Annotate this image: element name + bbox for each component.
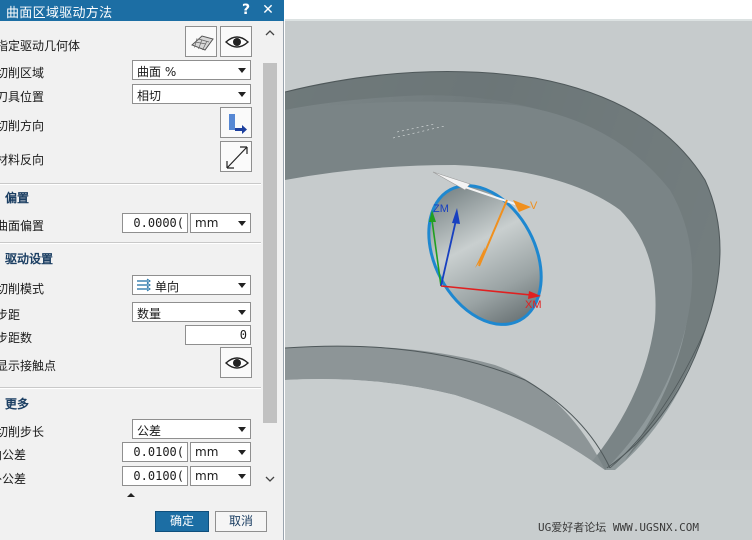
cancel-button[interactable]: 取消	[215, 511, 267, 532]
offset-unit-select[interactable]: mm	[190, 213, 251, 233]
more-section-header[interactable]: 更多	[5, 395, 29, 412]
cut-step-label: 切削步长	[0, 425, 45, 439]
close-icon[interactable]: ✕	[258, 0, 278, 21]
display-drive-geometry-button[interactable]	[220, 26, 252, 57]
v-axis-label: V	[530, 200, 538, 212]
drive-settings-section-header[interactable]: 驱动设置	[5, 250, 53, 267]
reverse-arrows-icon	[226, 146, 248, 169]
cut-area-label: 切削区域	[0, 66, 45, 80]
cut-mode-value: 单向	[155, 280, 180, 294]
outtol-label: 外公差	[0, 472, 27, 486]
stepover-label: 步距	[0, 308, 21, 322]
zig-mode-icon	[137, 278, 151, 292]
watermark: UG爱好者论坛 WWW.UGSNX.COM	[538, 521, 699, 534]
xm-axis-label: XM	[525, 299, 542, 311]
outtol-input[interactable]: 0.0100(	[122, 466, 188, 486]
intol-unit-value: mm	[195, 445, 219, 459]
drive-geometry-label: 指定驱动几何体	[0, 39, 81, 53]
outtol-unit-value: mm	[195, 469, 219, 483]
tool-position-value: 相切	[137, 89, 162, 103]
cut-mode-label: 切削模式	[0, 282, 45, 296]
scroll-down-icon[interactable]	[261, 471, 279, 487]
section-divider	[0, 184, 261, 185]
scrollbar-thumb[interactable]	[263, 63, 277, 423]
surface-offset-input[interactable]: 0.0000(	[122, 213, 188, 233]
model-view[interactable]: ZM XM V	[285, 0, 752, 540]
dialog-scrollbar[interactable]	[261, 21, 279, 488]
chevron-down-icon	[238, 310, 246, 315]
stepover-value: 数量	[137, 307, 162, 321]
cut-area-select[interactable]: 曲面 %	[132, 60, 251, 80]
chevron-down-icon	[238, 92, 246, 97]
scroll-up-icon[interactable]	[261, 25, 279, 41]
stepover-count-value: 0	[239, 328, 247, 342]
cut-step-select[interactable]: 公差	[132, 419, 251, 439]
intol-input[interactable]: 0.0100(	[122, 442, 188, 462]
show-contact-button[interactable]	[220, 347, 252, 378]
eye-icon	[224, 36, 250, 48]
zm-axis-label: ZM	[433, 203, 449, 215]
dialog-content: 指定驱动几何体 切削区域 曲面 % 刀具位置 相切 切削方向 材料反向 偏置 曲…	[0, 21, 261, 488]
chevron-down-icon	[238, 68, 246, 73]
chevron-down-icon	[238, 450, 246, 455]
material-reverse-button[interactable]	[220, 141, 252, 172]
ok-button[interactable]: 确定	[155, 511, 209, 532]
collapse-up-icon[interactable]	[124, 490, 138, 500]
material-reverse-label: 材料反向	[0, 153, 45, 167]
chevron-down-icon	[238, 427, 246, 432]
stepover-count-label: 步距数	[0, 331, 33, 345]
graphics-viewport[interactable]: ZM XM V	[285, 0, 752, 540]
surface-grid-icon	[191, 35, 214, 51]
offset-section-header[interactable]: 偏置	[5, 189, 29, 206]
stepover-count-input[interactable]: 0	[185, 325, 251, 345]
outtol-unit-select[interactable]: mm	[190, 466, 251, 486]
cut-direction-button[interactable]	[220, 107, 252, 138]
tool-position-label: 刀具位置	[0, 90, 45, 104]
chevron-down-icon	[238, 474, 246, 479]
intol-value: 0.0100(	[133, 445, 184, 459]
select-drive-geometry-button[interactable]	[185, 26, 217, 57]
chevron-down-icon	[238, 283, 246, 288]
cut-step-value: 公差	[137, 424, 162, 438]
dialog-title-bar[interactable]: 曲面区域驱动方法 ? ✕	[0, 0, 284, 21]
tool-position-select[interactable]: 相切	[132, 84, 251, 104]
surface-offset-label: 曲面偏置	[0, 219, 45, 233]
section-divider	[0, 388, 261, 389]
dialog-title: 曲面区域驱动方法	[6, 6, 113, 21]
show-contact-label: 显示接触点	[0, 359, 57, 373]
stepover-select[interactable]: 数量	[132, 302, 251, 322]
chevron-down-icon	[238, 221, 246, 226]
help-icon[interactable]: ?	[236, 0, 256, 21]
offset-unit-value: mm	[195, 216, 219, 230]
surface-area-drive-dialog: 曲面区域驱动方法 ? ✕ 指定驱动几何体 切削区域 曲面 % 刀具位置 相切 切…	[0, 0, 284, 540]
section-divider	[0, 243, 261, 244]
intol-unit-select[interactable]: mm	[190, 442, 251, 462]
cut-area-value: 曲面 %	[137, 65, 177, 79]
cut-direction-icon	[229, 114, 247, 134]
intol-label: 内公差	[0, 448, 27, 462]
surface-offset-value: 0.0000(	[133, 216, 184, 230]
cut-mode-select[interactable]: 单向	[132, 275, 251, 295]
outtol-value: 0.0100(	[133, 469, 184, 483]
cut-direction-label: 切削方向	[0, 119, 45, 133]
eye-icon	[224, 357, 250, 369]
